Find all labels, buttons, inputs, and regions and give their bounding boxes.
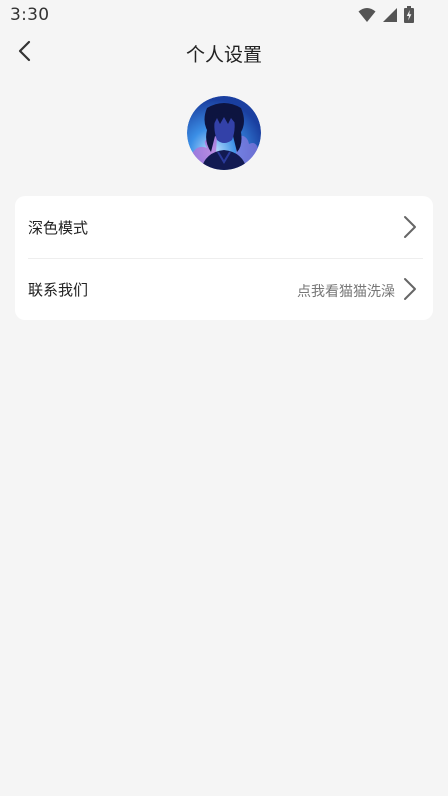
chevron-right-icon: [403, 215, 417, 243]
dark-mode-label: 深色模式: [28, 219, 89, 237]
contact-us-row[interactable]: 联系我们 点我看猫猫洗澡: [15, 258, 433, 320]
settings-card: 深色模式 联系我们 点我看猫猫洗澡: [15, 196, 433, 320]
cellular-signal-icon: [382, 7, 398, 23]
app-bar: 个人设置: [0, 32, 448, 76]
status-bar: 3:30: [0, 0, 448, 32]
battery-charging-icon: [404, 6, 414, 23]
chevron-right-icon: [403, 277, 417, 305]
wifi-icon: [358, 7, 376, 23]
contact-us-value: 点我看猫猫洗澡: [297, 284, 395, 300]
dark-mode-row[interactable]: 深色模式: [15, 196, 433, 258]
status-time: 3:30: [10, 5, 50, 25]
page-title: 个人设置: [185, 44, 262, 66]
status-icons: [358, 6, 414, 23]
avatar[interactable]: [187, 96, 261, 170]
contact-us-label: 联系我们: [28, 281, 89, 299]
